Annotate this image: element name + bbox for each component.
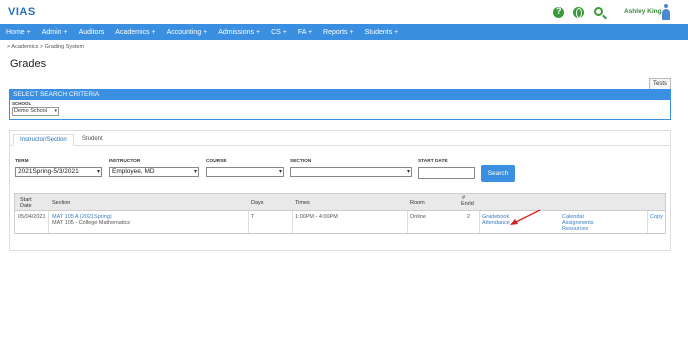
annotation-arrow-icon bbox=[510, 209, 541, 225]
section-select[interactable]: ▾ bbox=[290, 167, 412, 177]
table-row: 05/04/2021 MAT 105 A (2021Spring) MAT 10… bbox=[15, 211, 665, 233]
chevron-down-icon: ▾ bbox=[54, 108, 57, 114]
nav-admin[interactable]: Admin + bbox=[42, 29, 68, 36]
row-room: Online bbox=[410, 214, 426, 220]
term-select[interactable]: 2021Spring-5/3/2021 ▾ bbox=[15, 167, 102, 177]
column-divider bbox=[48, 211, 49, 233]
search-button[interactable]: Search bbox=[481, 165, 515, 182]
th-enrld-2: Enrld bbox=[461, 201, 474, 207]
column-divider bbox=[647, 211, 648, 233]
search-criteria-box: SELECT SEARCH CRITERIA SCHOOL Demo Schoo… bbox=[9, 89, 671, 120]
nav-home[interactable]: Home + bbox=[6, 29, 31, 36]
help-icon[interactable] bbox=[553, 6, 564, 18]
nav-accounting[interactable]: Accounting + bbox=[167, 29, 208, 36]
row-days: T bbox=[251, 214, 255, 220]
row-enrld: 2 bbox=[467, 214, 471, 220]
start-date-label: START DATE bbox=[418, 159, 448, 164]
tab-student[interactable]: Student bbox=[76, 134, 109, 146]
chevron-down-icon: ▾ bbox=[193, 169, 197, 175]
school-label: SCHOOL bbox=[12, 101, 32, 106]
nav-admissions[interactable]: Admissions + bbox=[218, 29, 260, 36]
tab-bar: Instructor/Section Student bbox=[10, 131, 670, 146]
breadcrumb[interactable]: > Academics > Grading System bbox=[7, 44, 84, 50]
school-select[interactable]: Demo School ▾ bbox=[12, 107, 59, 116]
th-room: Room bbox=[410, 200, 425, 206]
school-select-value: Demo School bbox=[14, 108, 48, 114]
top-bar: VIAS Ashley King bbox=[0, 0, 688, 24]
search-icon[interactable] bbox=[594, 7, 603, 16]
th-days: Days bbox=[251, 200, 264, 206]
th-section: Section bbox=[52, 200, 71, 206]
main-nav: Home + Admin + Auditors Academics + Acco… bbox=[0, 24, 688, 40]
vias-logo[interactable]: VIAS bbox=[8, 6, 36, 18]
nav-reports[interactable]: Reports + bbox=[323, 29, 354, 36]
globe-icon[interactable] bbox=[573, 7, 584, 18]
chevron-down-icon: ▾ bbox=[278, 169, 282, 175]
row-copy-link[interactable]: Copy bbox=[650, 214, 663, 220]
row-section-name: MAT 105 - College Mathematics bbox=[52, 220, 131, 226]
nav-students[interactable]: Students + bbox=[365, 29, 399, 36]
th-start-date-2: Date bbox=[20, 203, 32, 209]
chevron-down-icon: ▾ bbox=[406, 169, 410, 175]
tab-instructor-section[interactable]: Instructor/Section bbox=[13, 134, 74, 146]
row-start-date: 05/04/2021 bbox=[18, 214, 46, 220]
column-divider bbox=[479, 211, 480, 233]
start-date-input[interactable] bbox=[418, 167, 475, 179]
course-select[interactable]: ▾ bbox=[206, 167, 284, 177]
th-times: Times bbox=[295, 200, 310, 206]
chevron-down-icon: ▾ bbox=[96, 169, 100, 175]
column-divider bbox=[248, 211, 249, 233]
row-resources-link[interactable]: Resources bbox=[562, 226, 588, 232]
page-title: Grades bbox=[10, 58, 47, 70]
criteria-header: SELECT SEARCH CRITERIA bbox=[10, 90, 670, 100]
instructor-select[interactable]: Employee, MD ▾ bbox=[109, 167, 199, 177]
tests-tab[interactable]: Tests bbox=[649, 78, 671, 89]
section-label: SECTION bbox=[290, 159, 312, 164]
instructor-select-value: Employee, MD bbox=[112, 168, 155, 175]
nav-auditors[interactable]: Auditors bbox=[79, 29, 105, 36]
instructor-label: INSTRUCTOR bbox=[109, 159, 141, 164]
user-icon[interactable] bbox=[662, 4, 670, 20]
column-divider bbox=[292, 211, 293, 233]
table-header: Start Date Section Days Times Room # Enr… bbox=[15, 194, 665, 211]
nav-academics[interactable]: Academics + bbox=[115, 29, 155, 36]
sections-table: Start Date Section Days Times Room # Enr… bbox=[14, 193, 666, 234]
row-times: 1:00PM - 4:00PM bbox=[295, 214, 338, 220]
course-label: COURSE bbox=[206, 159, 227, 164]
nav-cs[interactable]: CS + bbox=[271, 29, 287, 36]
term-select-value: 2021Spring-5/3/2021 bbox=[18, 168, 79, 175]
term-label: TERM bbox=[15, 159, 29, 164]
nav-fa[interactable]: FA + bbox=[298, 29, 312, 36]
column-divider bbox=[407, 211, 408, 233]
grades-panel: Instructor/Section Student TERM 2021Spri… bbox=[9, 130, 671, 251]
user-name[interactable]: Ashley King bbox=[624, 8, 662, 15]
